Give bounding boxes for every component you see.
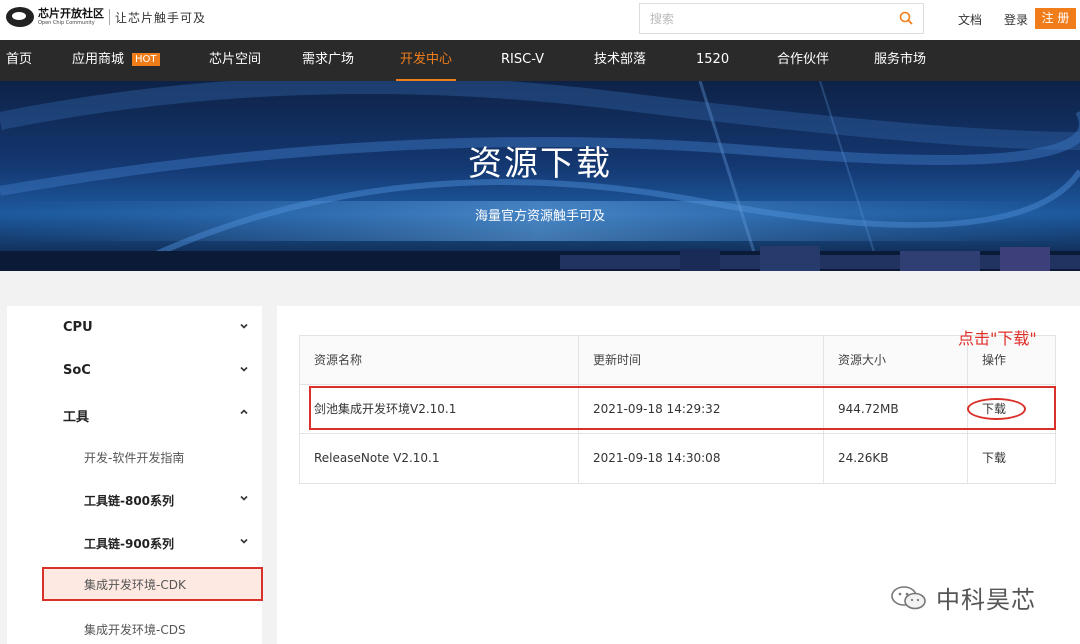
- sidebar-item-label: 集成开发环境-CDK: [84, 578, 186, 592]
- chevron-down-icon: [240, 495, 248, 501]
- search-box: [639, 3, 924, 34]
- sidebar-item-label: 工具链-900系列: [84, 537, 175, 551]
- table-row: ReleaseNote V2.10.1 2021-09-18 14:30:08 …: [300, 434, 1055, 483]
- category-sidebar: CPU SoC 工具 开发-软件开发指南 工具链-800系列 工具链-900系列…: [7, 306, 263, 644]
- sidebar-item-toolchain-900[interactable]: 工具链-900系列: [7, 521, 262, 564]
- chevron-down-icon: [240, 323, 248, 329]
- sidebar-item-cpu[interactable]: CPU: [7, 306, 262, 349]
- docs-link[interactable]: 文档: [958, 11, 982, 28]
- nav-item-partners[interactable]: 合作伙伴: [777, 40, 829, 81]
- sidebar-item-label: 工具链-800系列: [84, 494, 175, 508]
- logo-slogan: 让芯片触手可及: [115, 10, 207, 25]
- wechat-icon: [891, 585, 926, 609]
- hot-badge: HOT: [132, 53, 160, 66]
- search-icon[interactable]: [899, 11, 913, 25]
- nav-item-chip-space[interactable]: 芯片空间: [209, 40, 261, 81]
- table-header-row: 资源名称 更新时间 资源大小 操作: [300, 336, 1055, 385]
- click-download-annotation: 点击"下载": [958, 329, 1037, 348]
- logo-name: 芯片开放社区: [38, 7, 104, 20]
- nav-item-dev-center[interactable]: 开发中心: [395, 40, 457, 81]
- sidebar-item-label: 工具: [63, 410, 90, 425]
- nav-item-riscv[interactable]: RISC-V: [501, 40, 544, 81]
- main-nav: 首页 应用商城 HOT 芯片空间 需求广场 开发中心 RISC-V 技术部落 15…: [0, 40, 1080, 81]
- login-link[interactable]: 登录: [1004, 11, 1028, 28]
- download-link[interactable]: 下载: [982, 434, 1006, 483]
- nav-item-app-store[interactable]: 应用商城 HOT: [72, 40, 160, 81]
- chevron-down-icon: [240, 538, 248, 544]
- banner-title: 资源下载: [468, 144, 612, 184]
- row-highlight-box: [309, 386, 1056, 430]
- sidebar-item-label: 开发-软件开发指南: [84, 451, 185, 465]
- watermark-text: 中科昊芯: [936, 586, 1036, 614]
- sidebar-item-cds[interactable]: 集成开发环境-CDS: [7, 607, 262, 644]
- resource-size: 24.26KB: [838, 451, 889, 465]
- sidebar-item-tools[interactable]: 工具: [7, 392, 262, 435]
- chevron-down-icon: [240, 366, 248, 372]
- sidebar-item-soc[interactable]: SoC: [7, 349, 262, 392]
- resource-time: 2021-09-18 14:30:08: [593, 451, 721, 465]
- nav-item-label: 应用商城: [72, 52, 125, 67]
- nav-item-service-market[interactable]: 服务市场: [874, 40, 926, 81]
- header-size: 资源大小: [838, 353, 887, 367]
- chevron-up-icon: [240, 409, 248, 415]
- header-time: 更新时间: [593, 353, 642, 367]
- nav-item-tech-tribe[interactable]: 技术部落: [594, 40, 646, 81]
- top-bar: 芯片开放社区 Open Chip Community 让芯片触手可及 文档 登录…: [0, 0, 1080, 40]
- sidebar-item-toolchain-800[interactable]: 工具链-800系列: [7, 478, 262, 521]
- search-input[interactable]: [640, 4, 880, 33]
- nav-item-demand[interactable]: 需求广场: [302, 40, 354, 81]
- sidebar-item-cdk[interactable]: 集成开发环境-CDK: [42, 567, 263, 601]
- nav-item-1520[interactable]: 1520: [696, 40, 729, 81]
- header-name: 资源名称: [314, 353, 363, 367]
- nav-item-home[interactable]: 首页: [6, 40, 32, 81]
- watermark: 中科昊芯: [890, 580, 1036, 615]
- register-button[interactable]: 注 册: [1035, 8, 1076, 29]
- sidebar-item-label: 集成开发环境-CDS: [84, 623, 186, 637]
- logo-divider: [109, 9, 110, 25]
- logo-subtitle: Open Chip Community: [38, 20, 95, 26]
- sidebar-item-sw-dev-guide[interactable]: 开发-软件开发指南: [7, 435, 262, 478]
- banner-subtitle: 海量官方资源触手可及: [474, 209, 605, 224]
- download-highlight-ellipse: [967, 398, 1026, 420]
- hero-banner: 资源下载 海量官方资源触手可及: [0, 81, 1080, 271]
- sidebar-item-label: CPU: [63, 320, 93, 335]
- sidebar-item-label: SoC: [63, 363, 91, 378]
- resource-name: ReleaseNote V2.10.1: [314, 451, 440, 465]
- site-logo[interactable]: 芯片开放社区 Open Chip Community 让芯片触手可及: [6, 7, 206, 27]
- logo-icon: [6, 7, 34, 27]
